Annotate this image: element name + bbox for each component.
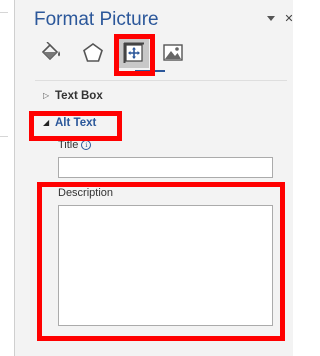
dropdown-caret-icon	[267, 16, 275, 21]
format-picture-pane: Format Picture ✕ ▷ Text Box ◢ Alt Text T…	[15, 0, 294, 356]
expanded-arrow-icon: ◢	[43, 118, 50, 127]
ruler-tick	[0, 136, 8, 137]
tab-size-properties[interactable]	[119, 38, 149, 68]
description-input[interactable]	[58, 205, 273, 326]
close-icon: ✕	[284, 13, 294, 25]
title-label: Title i	[58, 139, 92, 151]
picture-icon	[163, 44, 183, 61]
title-input[interactable]	[58, 157, 273, 178]
close-button[interactable]: ✕	[284, 13, 294, 25]
paint-bucket-icon	[41, 42, 60, 61]
info-icon[interactable]: i	[81, 140, 92, 150]
pane-controls: ✕	[266, 13, 294, 25]
section-text-box[interactable]: ▷ Text Box	[43, 90, 103, 102]
pentagon-icon	[83, 43, 103, 62]
tabs-divider	[35, 80, 287, 81]
section-alt-text-label: Alt Text	[55, 117, 97, 129]
section-alt-text[interactable]: ◢ Alt Text	[43, 117, 96, 129]
ruler-tick	[0, 12, 8, 13]
document-edge	[0, 0, 15, 356]
tab-picture[interactable]	[158, 38, 188, 68]
pane-title: Format Picture	[34, 9, 159, 30]
section-text-box-label: Text Box	[55, 90, 103, 102]
description-label: Description	[58, 187, 114, 199]
active-tab-indicator	[135, 70, 165, 72]
tab-fill-line[interactable]	[35, 38, 65, 68]
tab-effects[interactable]	[78, 38, 108, 68]
pane-options-button[interactable]	[266, 13, 276, 25]
title-label-text: Title	[58, 139, 79, 151]
size-properties-icon	[123, 42, 144, 63]
collapsed-arrow-icon: ▷	[43, 91, 50, 100]
